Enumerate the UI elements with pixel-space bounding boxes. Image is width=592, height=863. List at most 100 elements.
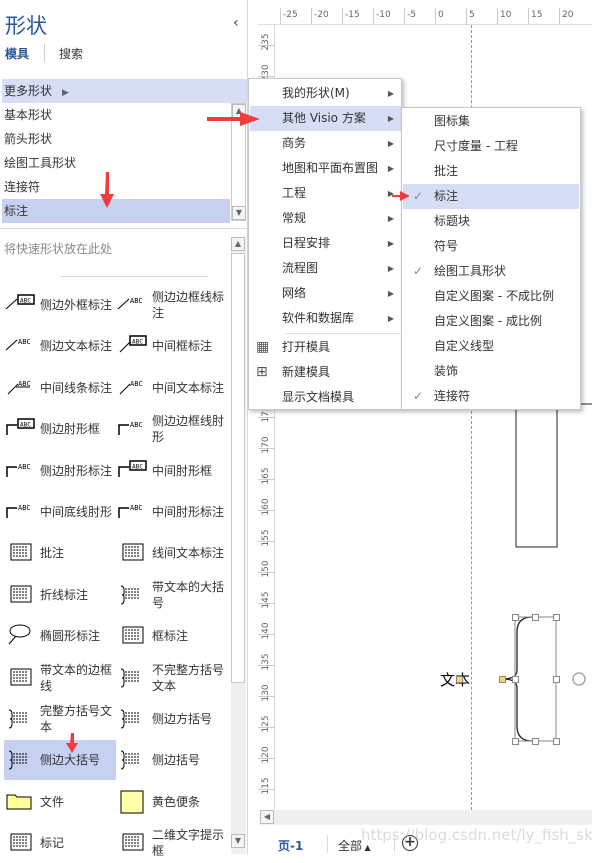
- svg-text:ABC: ABC: [20, 298, 31, 305]
- shape-item[interactable]: ABC 侧边边框线肘形: [116, 409, 228, 449]
- shape-item[interactable]: ABC 侧边外框标注: [4, 285, 116, 325]
- shape-item[interactable]: 线间文本标注: [116, 533, 228, 573]
- shape-item[interactable]: ABC 侧边文本标注: [4, 326, 116, 366]
- submenu-item[interactable]: 图标集: [403, 109, 579, 134]
- resize-handle[interactable]: [532, 738, 539, 745]
- shape-item[interactable]: 不完整方括号文本: [116, 658, 228, 698]
- tab-page-1[interactable]: 页-1: [278, 837, 303, 854]
- menu-action[interactable]: ▦ 打开模具: [250, 335, 402, 360]
- submenu-item-label: 装饰: [434, 364, 459, 378]
- shape-item[interactable]: 椭圆形标注: [4, 616, 116, 656]
- stencil-list-scrollbar[interactable]: ▲ ▼: [231, 103, 246, 221]
- scroll-down-button[interactable]: ▼: [232, 206, 246, 220]
- resize-handle[interactable]: [532, 614, 539, 621]
- tab-search[interactable]: 搜索: [59, 45, 83, 62]
- shape-item[interactable]: ABC 侧边肘形框: [4, 409, 116, 449]
- control-handle[interactable]: [456, 676, 463, 683]
- submenu-item-label: 绘图工具形状: [434, 264, 507, 278]
- submenu-item[interactable]: 装饰: [403, 359, 579, 384]
- resize-handle[interactable]: [512, 738, 519, 745]
- shape-item[interactable]: 侧边大括号: [4, 740, 116, 781]
- horizontal-scrollbar[interactable]: ◀: [260, 810, 592, 825]
- menu-item-label: 商务: [282, 136, 307, 150]
- shape-item[interactable]: ABC 中间肘形框: [116, 451, 228, 491]
- menu-item[interactable]: 常规 ▶: [250, 206, 402, 231]
- menu-item[interactable]: 软件和数据库 ▶: [250, 306, 402, 331]
- menu-item[interactable]: 工程 ▶: [250, 181, 402, 206]
- stencil-item[interactable]: 绘图工具形状: [2, 151, 230, 175]
- svg-text:ABC: ABC: [18, 463, 31, 471]
- shape-item[interactable]: ABC 侧边边框线标注: [116, 285, 228, 325]
- submenu-item[interactable]: 自定义线型: [403, 334, 579, 359]
- shape-item[interactable]: 侧边括号: [116, 740, 228, 780]
- menu-item[interactable]: 其他 Visio 方案 ▶: [250, 106, 402, 131]
- submenu-item[interactable]: 标题块: [403, 209, 579, 234]
- caret-right-icon: ▶: [62, 88, 69, 98]
- submenu-item[interactable]: ✓ 连接符: [403, 384, 579, 409]
- submenu-item[interactable]: 自定义图案 - 不成比例: [403, 284, 579, 309]
- menu-item-label: 常规: [282, 211, 307, 225]
- shape-item[interactable]: ABC 中间肘形标注: [116, 492, 228, 532]
- submenu-item[interactable]: ✓ 标注: [403, 184, 579, 209]
- menu-item[interactable]: 网络 ▶: [250, 281, 402, 306]
- submenu-item[interactable]: 批注: [403, 159, 579, 184]
- shape-item[interactable]: 黄色便条: [116, 782, 228, 822]
- resize-handle[interactable]: [512, 676, 519, 683]
- shape-item[interactable]: 折线标注: [4, 575, 116, 615]
- checkmark-icon: ✓: [413, 264, 424, 278]
- shape-item[interactable]: 带文本的大括号: [116, 575, 228, 615]
- side-brace-icon: [4, 748, 40, 772]
- resize-handle[interactable]: [553, 738, 560, 745]
- shape-text[interactable]: 文本: [440, 669, 470, 690]
- shape-item[interactable]: 二维文字提示框: [116, 823, 228, 863]
- shape-item[interactable]: 批注: [4, 533, 116, 573]
- stencil-item[interactable]: 标注: [2, 199, 230, 223]
- control-handle[interactable]: [499, 676, 506, 683]
- svg-text:ABC: ABC: [132, 463, 143, 470]
- scroll-left-button[interactable]: ◀: [260, 810, 274, 824]
- menu-action[interactable]: ⊞ 新建模具: [250, 360, 402, 385]
- shape-item[interactable]: ABC 中间框标注: [116, 326, 228, 366]
- tab-stencils[interactable]: 模具: [5, 45, 29, 62]
- shape-item[interactable]: ABC 中间线条标注: [4, 368, 116, 408]
- menu-item[interactable]: 商务 ▶: [250, 131, 402, 156]
- shape-item[interactable]: ABC 中间文本标注: [116, 368, 228, 408]
- chevron-left-icon[interactable]: ‹: [233, 15, 239, 31]
- stencil-item[interactable]: 连接符: [2, 175, 230, 199]
- scroll-up-button[interactable]: ▲: [231, 237, 245, 251]
- shape-item[interactable]: ABC 侧边肘形标注: [4, 451, 116, 491]
- box-callout-icon: [116, 624, 152, 648]
- menu-item[interactable]: 流程图 ▶: [250, 256, 402, 281]
- stencil-item[interactable]: 箭头形状: [2, 127, 230, 151]
- menu-action[interactable]: 显示文档模具: [250, 385, 402, 410]
- submenu-item[interactable]: ✓ 绘图工具形状: [403, 259, 579, 284]
- scroll-up-button[interactable]: ▲: [232, 104, 246, 118]
- shape-item[interactable]: 侧边方括号: [116, 699, 228, 739]
- shape-item[interactable]: 带文本的边框线: [4, 658, 116, 698]
- menu-item-label: 我的形状(M): [282, 86, 350, 100]
- shapes-scrollbar[interactable]: ▲ ▼: [231, 237, 246, 854]
- submenu-item[interactable]: 符号: [403, 234, 579, 259]
- scroll-down-button[interactable]: ▼: [231, 834, 245, 848]
- menu-item[interactable]: 地图和平面布置图 ▶: [250, 156, 402, 181]
- submenu-item[interactable]: 自定义图案 - 成比例: [403, 309, 579, 334]
- svg-text:ABC: ABC: [130, 504, 143, 512]
- shape-item[interactable]: ABC 中间底线肘形: [4, 492, 116, 532]
- menu-item[interactable]: 我的形状(M) ▶: [250, 81, 402, 106]
- menu-item[interactable]: 日程安排 ▶: [250, 231, 402, 256]
- shape-label: 中间线条标注: [40, 380, 113, 395]
- shape-item[interactable]: 框标注: [116, 616, 228, 656]
- resize-handle[interactable]: [512, 614, 519, 621]
- shape-item[interactable]: 文件: [4, 782, 116, 822]
- resize-handle[interactable]: [553, 614, 560, 621]
- side-bracket-icon: [116, 707, 152, 731]
- stencil-item[interactable]: 基本形状: [2, 103, 230, 127]
- shape-item[interactable]: 标记: [4, 823, 116, 863]
- shape-item[interactable]: 完整方括号文本: [4, 699, 116, 739]
- resize-handle[interactable]: [553, 676, 560, 683]
- scroll-thumb[interactable]: [231, 253, 245, 683]
- shape-label: 中间框标注: [152, 339, 213, 354]
- stencil-label: 更多形状: [4, 84, 53, 98]
- stencil-item[interactable]: 更多形状 ▶: [2, 79, 248, 103]
- submenu-item[interactable]: 尺寸度量 - 工程: [403, 134, 579, 159]
